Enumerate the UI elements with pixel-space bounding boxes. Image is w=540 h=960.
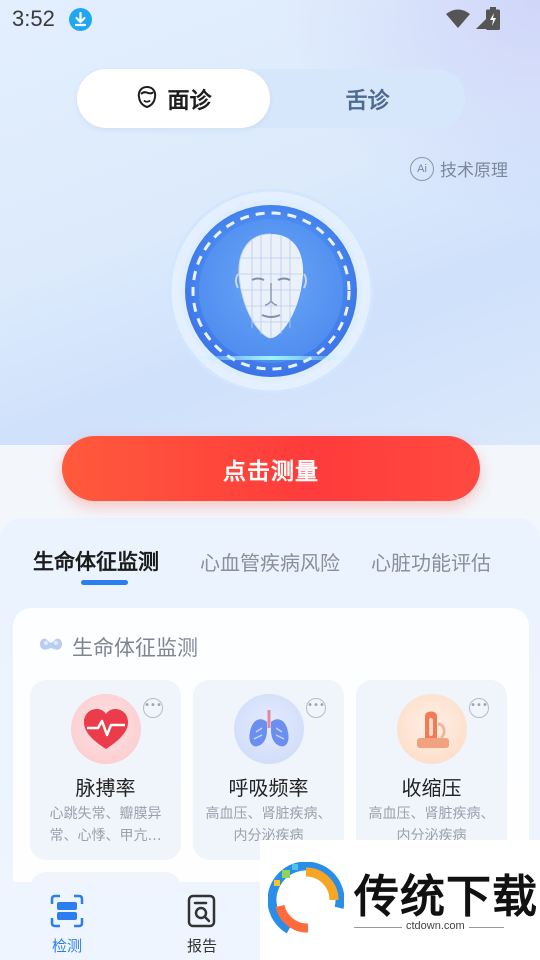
metric-name: 呼吸频率: [228, 776, 309, 800]
face-icon: [135, 85, 159, 113]
nav-detect[interactable]: 检测: [27, 893, 107, 956]
nav-report[interactable]: 报告: [162, 893, 242, 956]
metric-tile-systolic[interactable]: ••• 收缩压 高血压、肾脏疾病、内分泌疾病: [356, 680, 507, 860]
watermark-title: 传统下载: [354, 870, 539, 923]
wifi-icon: [446, 9, 470, 33]
report-search-icon: [184, 894, 220, 933]
section-header: 生命体征监测: [38, 632, 198, 662]
nav-report-label: 报告: [186, 937, 217, 955]
face-scan-area[interactable]: [168, 188, 374, 394]
tab-cardiovascular-risk[interactable]: 心血管疾病风险: [200, 547, 340, 576]
diagnosis-mode-toggle: 面诊 舌诊: [77, 69, 465, 128]
tab-vital-signs[interactable]: 生命体征监测: [33, 546, 159, 576]
tech-principle-link[interactable]: Ai 技术原理: [410, 156, 508, 181]
metric-name: 收缩压: [401, 776, 462, 800]
active-tab-indicator: [81, 580, 128, 585]
watermark: 传统下载 ctdown.com: [260, 840, 540, 960]
battery-icon: [486, 7, 500, 34]
download-icon: [69, 8, 92, 31]
metric-tile-pulse[interactable]: ••• 脉搏率 心跳失常、瓣膜异常、心悸、甲亢…: [30, 680, 181, 860]
blood-pressure-icon: [397, 694, 467, 764]
section-title: 生命体征监测: [72, 636, 198, 660]
watermark-logo-icon: [267, 861, 345, 942]
tab-face-diagnosis[interactable]: 面诊: [77, 69, 270, 128]
tech-principle-label: 技术原理: [440, 161, 508, 181]
tab-cardiac-function[interactable]: 心脏功能评估: [371, 547, 491, 576]
more-icon[interactable]: •••: [306, 698, 326, 718]
tab-tongue-diagnosis[interactable]: 舌诊: [270, 69, 465, 128]
metric-name: 脉搏率: [75, 776, 136, 800]
more-icon[interactable]: •••: [143, 698, 163, 718]
metric-tile-respiration[interactable]: ••• 呼吸频率 高血压、肾脏疾病、内分泌疾病: [193, 680, 344, 860]
status-time: 3:52: [12, 6, 55, 31]
status-bar: 3:52: [0, 0, 540, 40]
more-icon[interactable]: •••: [469, 698, 489, 718]
watermark-url: ctdown.com: [402, 920, 469, 932]
nav-detect-label: 检测: [51, 937, 82, 955]
heart-icon: [71, 694, 141, 764]
scan-icon: [49, 894, 85, 933]
start-measure-button[interactable]: 点击测量: [62, 436, 480, 501]
muscle-icon: [38, 634, 64, 660]
metric-desc: 心跳失常、瓣膜异常、心悸、甲亢…: [49, 806, 162, 844]
lungs-icon: [234, 694, 304, 764]
tab-face-label: 面诊: [167, 88, 212, 114]
ai-badge-icon: Ai: [410, 156, 434, 181]
